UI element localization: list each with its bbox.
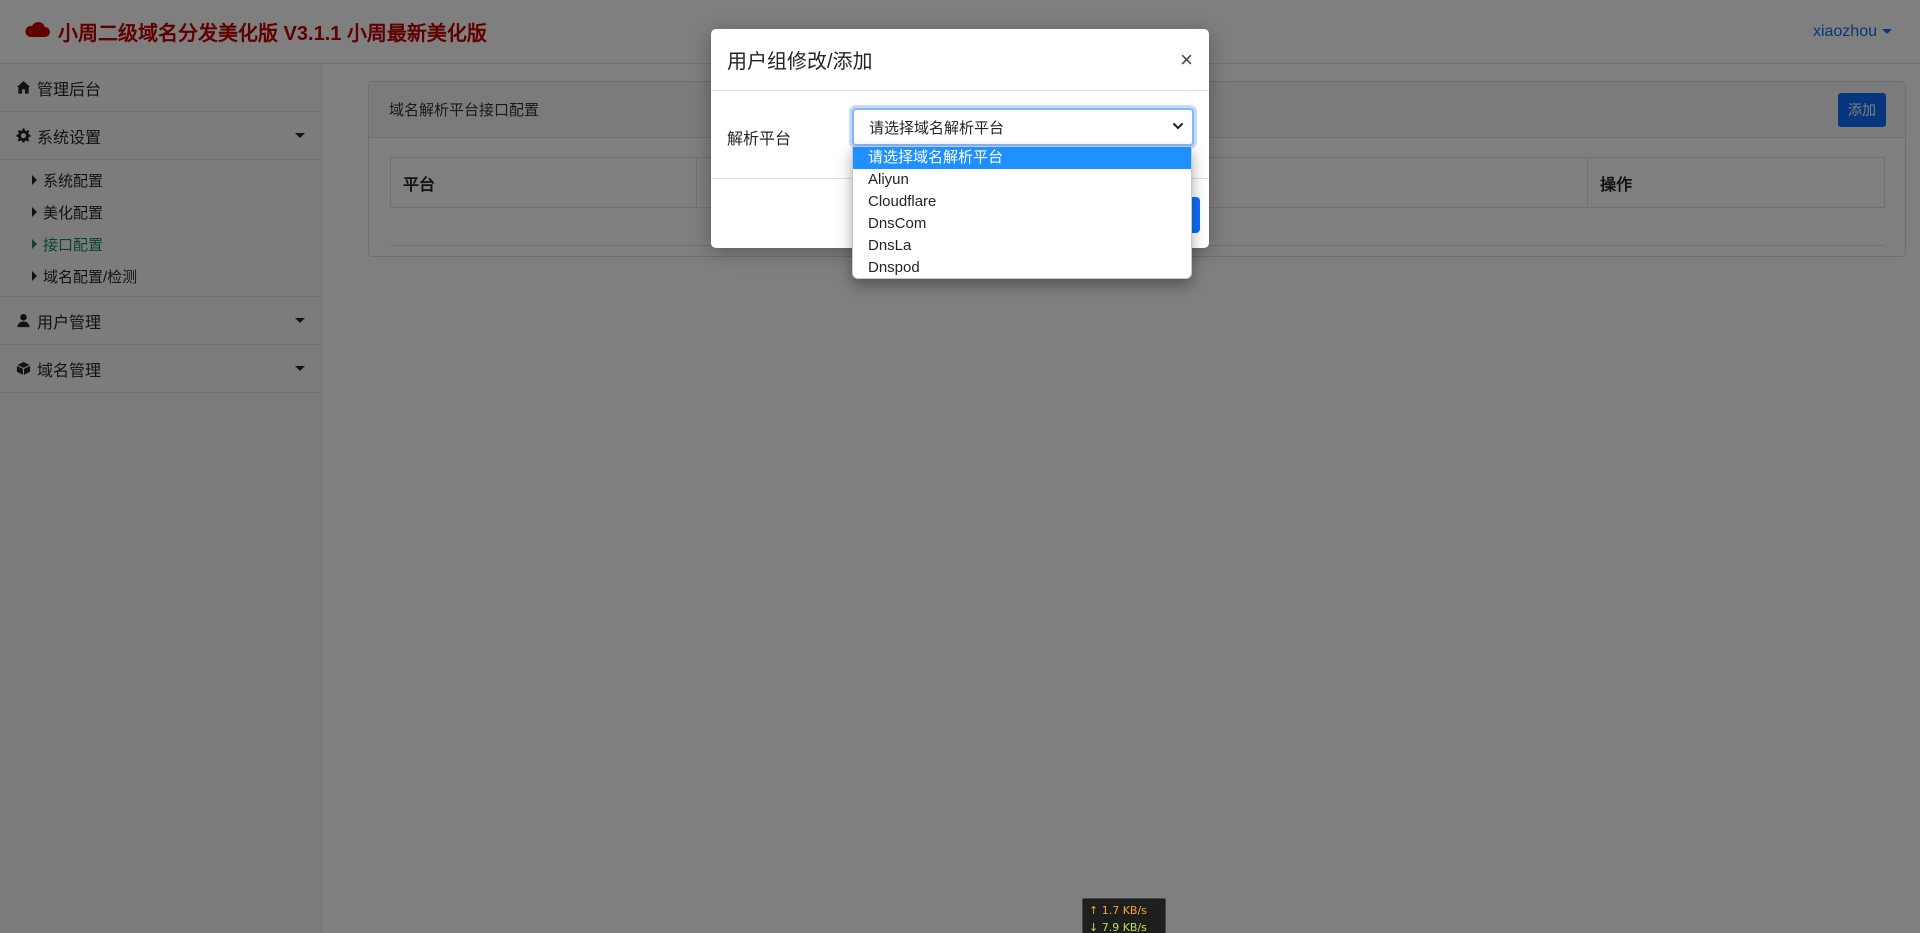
dropdown-option[interactable]: DnsCom (853, 213, 1191, 235)
modal-header: 用户组修改/添加 × (711, 29, 1209, 91)
download-speed: ↓ 7.9 KB/s (1089, 921, 1147, 933)
modal-title: 用户组修改/添加 (727, 51, 873, 73)
network-speed-widget: ↑ 1.7 KB/s ↓ 7.9 KB/s (1082, 898, 1166, 933)
dropdown-option[interactable]: Aliyun (853, 169, 1191, 191)
platform-field-label: 解析平台 (727, 131, 792, 148)
platform-dropdown-list: 请选择域名解析平台 Aliyun Cloudflare DnsCom DnsLa… (852, 146, 1192, 279)
close-icon[interactable]: × (1180, 48, 1193, 71)
upload-speed: ↑ 1.7 KB/s (1089, 904, 1147, 917)
dropdown-option[interactable]: Dnspod (853, 257, 1191, 278)
chevron-down-icon (1172, 119, 1184, 136)
platform-select-value: 请选择域名解析平台 (869, 119, 1005, 137)
dropdown-option[interactable]: DnsLa (853, 235, 1191, 257)
dropdown-option[interactable]: Cloudflare (853, 191, 1191, 213)
dropdown-option[interactable]: 请选择域名解析平台 (853, 147, 1191, 169)
platform-select[interactable]: 请选择域名解析平台 (852, 108, 1194, 146)
